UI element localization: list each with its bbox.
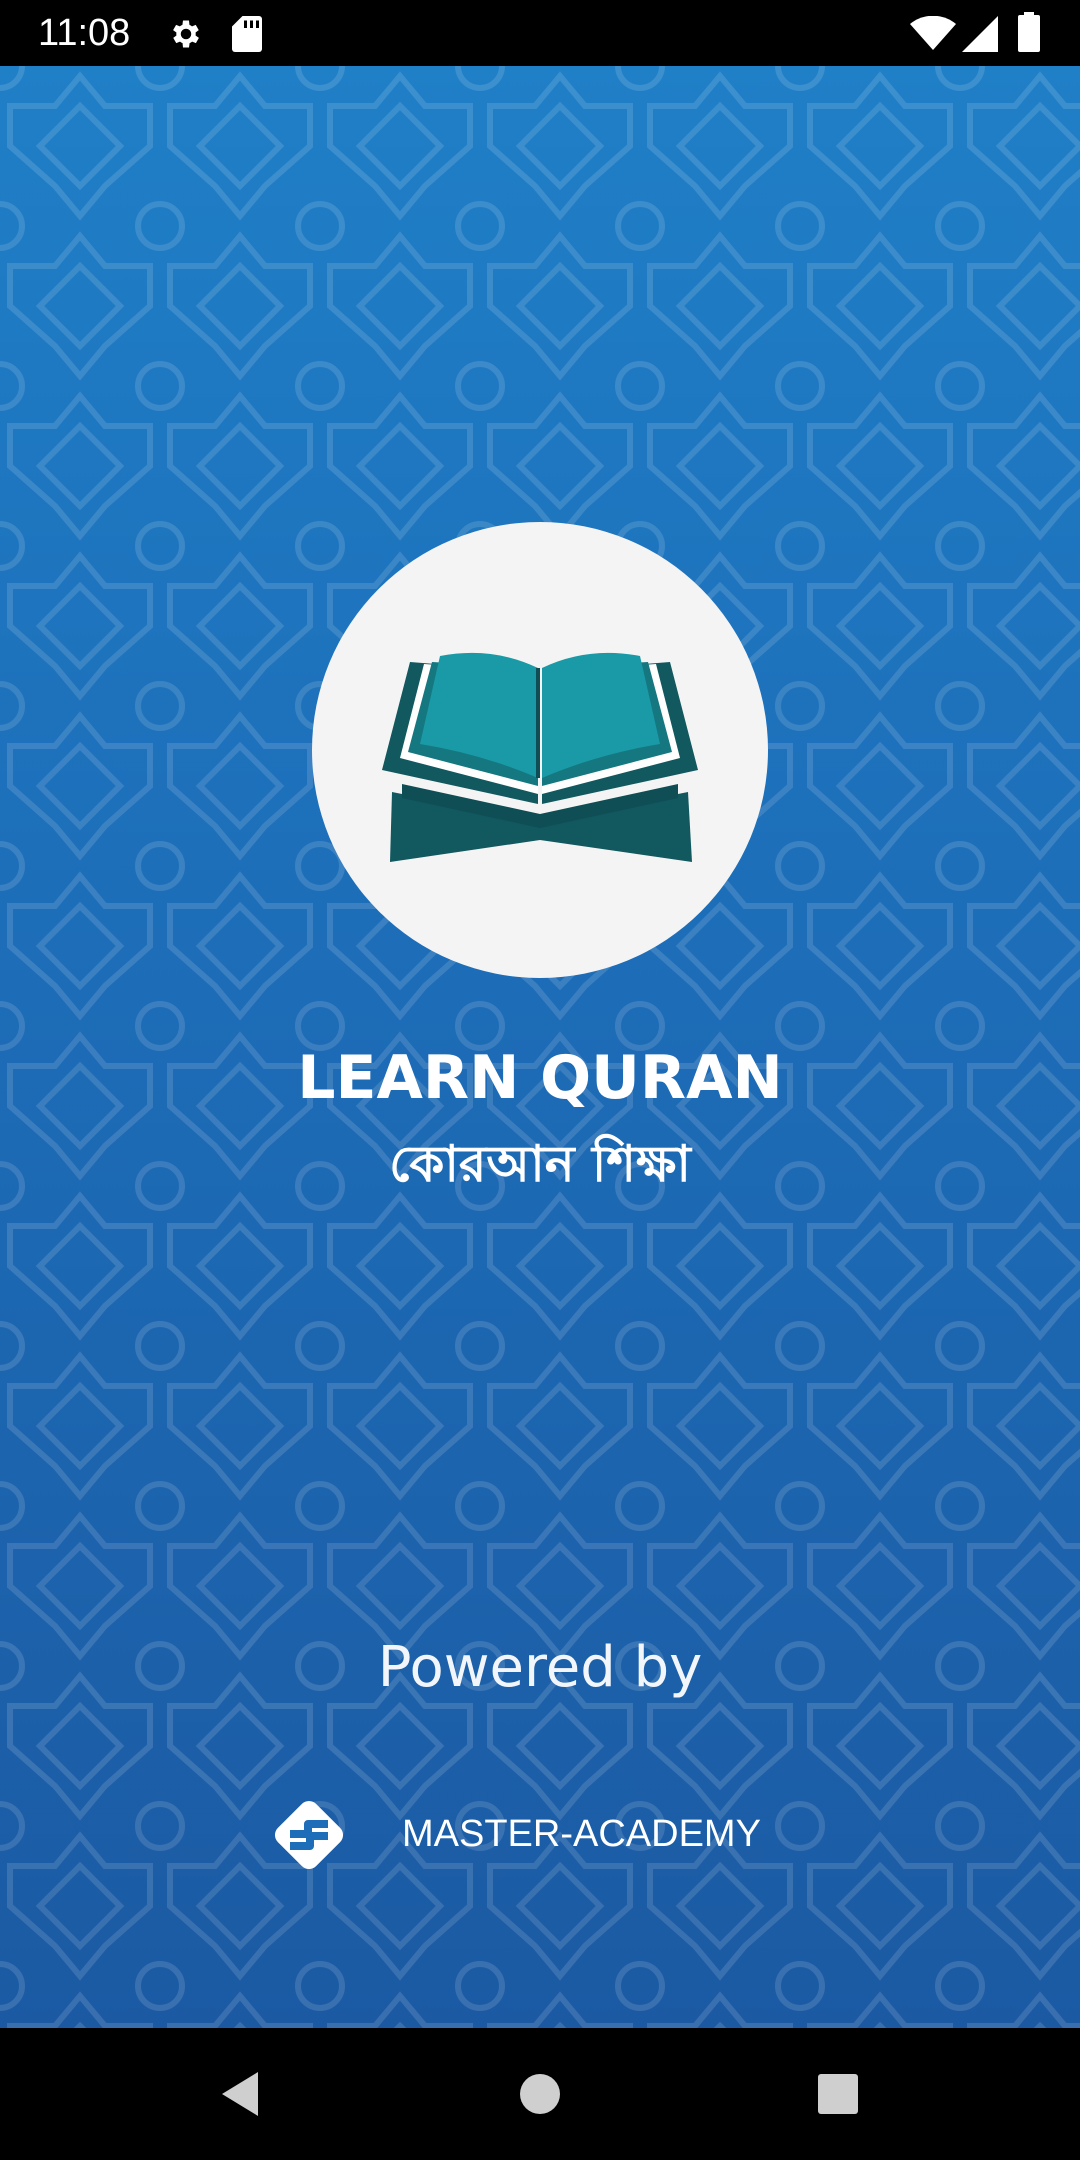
open-quran-book-icon [382, 652, 698, 862]
status-time: 11:08 [38, 12, 131, 54]
recents-icon[interactable] [808, 2064, 868, 2124]
powered-by-label: Powered by [377, 1635, 703, 1700]
app-logo [312, 522, 768, 978]
navigation-bar [0, 2028, 1080, 2160]
app-title: LEARN QURAN [297, 1043, 783, 1113]
brand-name: MASTER-ACADEMY [402, 1813, 761, 1855]
wifi-icon [910, 16, 956, 50]
settings-gear-icon [173, 20, 199, 48]
home-icon[interactable] [510, 2064, 570, 2124]
sd-card-icon [232, 16, 262, 52]
splash-screen: LEARN QURAN কোরআন শিক্ষা Powered by MAST… [0, 66, 1080, 2028]
battery-icon [1018, 12, 1040, 52]
master-academy-logo-icon [274, 1800, 344, 1870]
status-bar: 11:08 [0, 0, 1080, 66]
app-subtitle: কোরআন শিক্ষা [389, 1135, 691, 1193]
back-icon[interactable] [210, 2064, 270, 2124]
cell-signal-icon [962, 16, 998, 52]
